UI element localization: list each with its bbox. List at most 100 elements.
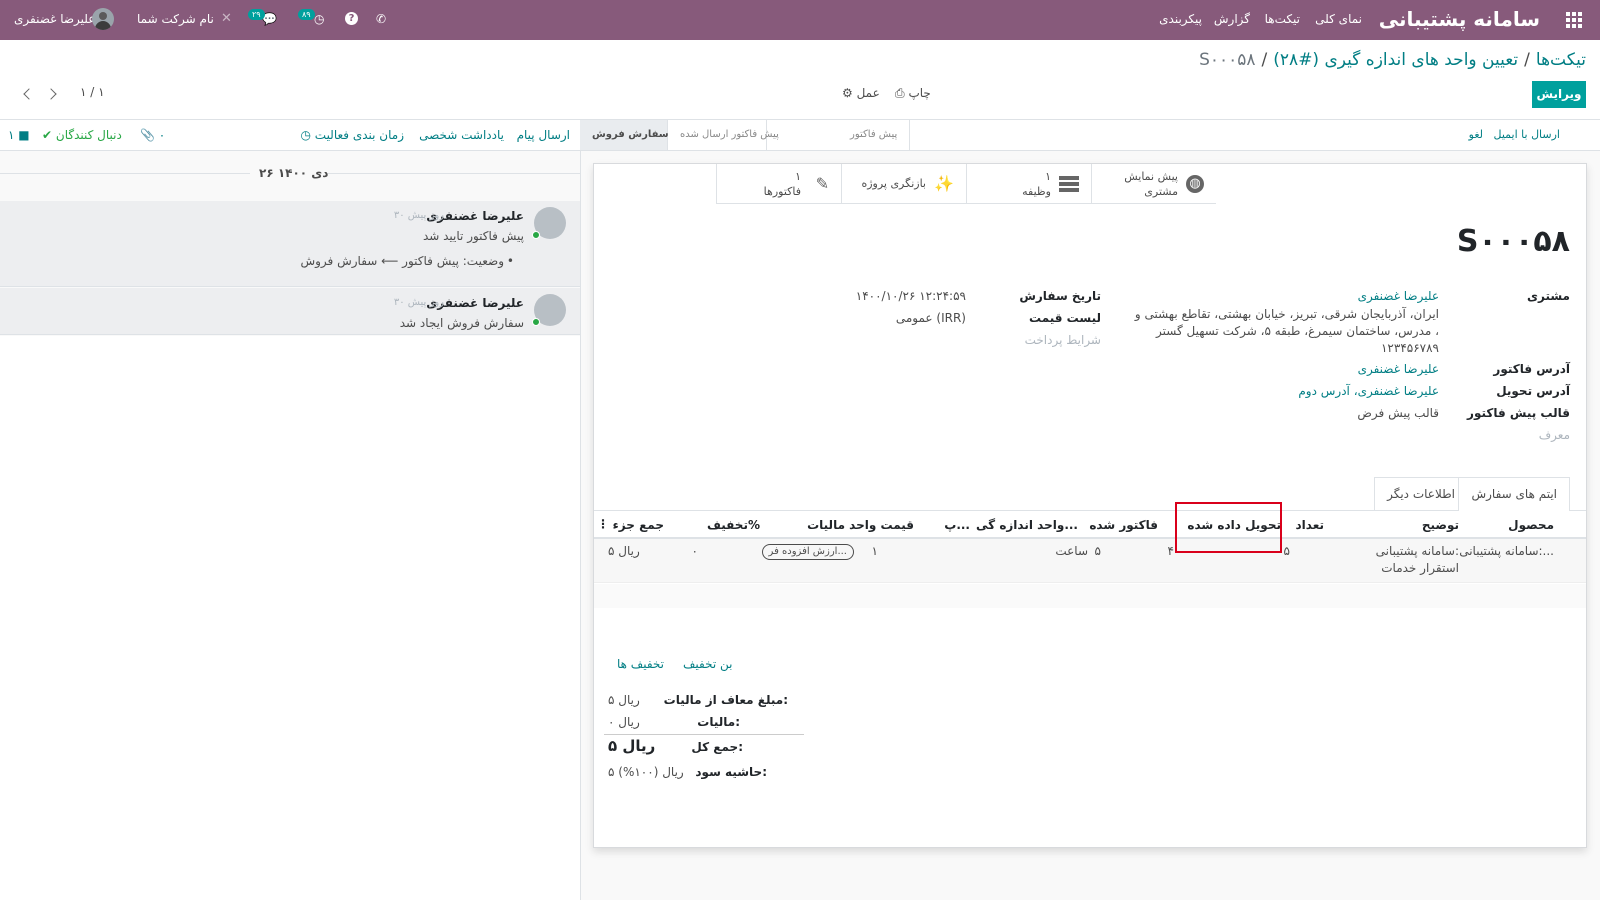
stage-quotation[interactable]: پیش فاکتور [838, 120, 911, 150]
project-overview-button[interactable]: ✨ بازنگری پروژه [841, 164, 966, 204]
delivery-address-field[interactable]: علیرضا غضنفری، آدرس دوم [1298, 384, 1439, 398]
date-divider-right [325, 173, 580, 174]
cell-unit-price[interactable]: ۱ [872, 544, 878, 558]
tax-value: ۰ ریال [608, 715, 640, 729]
log-note-button[interactable]: یادداشت شخصی [419, 128, 504, 142]
following-button[interactable]: ✔ دنبال کنندگان [42, 128, 122, 142]
apps-menu-icon[interactable] [1566, 12, 1582, 28]
cancel-button[interactable]: لغو [1469, 128, 1483, 141]
cell-subtotal: ۵ ریال [608, 544, 640, 558]
paperclip-icon: 📎 [140, 128, 155, 142]
cell-invoiced[interactable]: ۵ [1095, 544, 1101, 558]
col-discount[interactable]: تخفیف% [707, 518, 760, 532]
promotions-button[interactable]: تخفیف ها [617, 657, 664, 671]
col-product[interactable]: محصول [1508, 518, 1554, 532]
cell-discount[interactable]: ۰ [692, 544, 698, 558]
stage-sales-order: سفارش فروش [580, 120, 669, 150]
user-name[interactable]: علیرضا غضنفری [14, 12, 95, 26]
phone-icon[interactable]: ✆ [376, 12, 386, 26]
chatter-message: علیرضا غضنفری ۳۰ روز پیش سفارش فروش ایجا… [0, 288, 580, 335]
breadcrumb-current: S۰۰۰۵۸ [1199, 50, 1256, 70]
message-date: ۳۰ روز پیش [393, 210, 444, 221]
company-switcher[interactable]: نام شرکت شما [137, 12, 214, 26]
activities-badge: ۸۹ [298, 9, 315, 20]
coupon-button[interactable]: بن تخفیف [683, 657, 733, 671]
order-name: S۰۰۰۵۸ [1456, 224, 1570, 259]
print-button[interactable]: ⎙ چاپ [895, 86, 931, 101]
chatter-message: علیرضا غضنفری ۳۰ روز پیش پیش فاکتور تایی… [0, 201, 580, 287]
total-label: جمع کل: [691, 740, 743, 754]
pager-value[interactable]: ۱ / ۱ [80, 85, 105, 99]
schedule-activity-button[interactable]: ◷ زمان بندی فعالیت [300, 128, 404, 142]
followers-button[interactable]: ۱ ■ [8, 128, 30, 142]
cell-delivered[interactable]: ۴ [1168, 544, 1174, 558]
activity-clock-icon[interactable]: ◷ [314, 12, 324, 26]
referrer-label: معرف [1538, 428, 1570, 442]
invoices-button[interactable]: ✎ ۱ فاکتورها [716, 164, 841, 204]
totals-divider [604, 734, 804, 735]
app-title[interactable]: سامانه پشتیبانی [1379, 7, 1540, 31]
col-description[interactable]: توضیح [1422, 518, 1459, 532]
menu-reporting[interactable]: گزارش [1214, 12, 1250, 26]
customer-preview-button[interactable]: ◍ پیش نمایش مشتری [1091, 164, 1216, 204]
send-message-button[interactable]: ارسال پیام [517, 128, 570, 142]
delivery-address-label: آدرس تحویل [1496, 384, 1570, 398]
delivered-highlight-box [1175, 502, 1282, 553]
order-date-field[interactable]: ۱۴۰۰/۱۰/۲۶ ۱۲:۲۴:۵۹ [856, 289, 966, 303]
breadcrumb-ticket[interactable]: تعیین واحد های اندازه گیری (#۲۸) [1273, 50, 1518, 70]
action-button[interactable]: ⚙ عمل [842, 86, 880, 100]
menu-overview[interactable]: نمای کلی [1315, 12, 1362, 26]
tab-order-lines[interactable]: ایتم های سفارش [1458, 477, 1570, 511]
stage-quotation-sent[interactable]: پیش فاکتور ارسال شده [667, 120, 779, 150]
question-circle-icon[interactable]: ? [345, 12, 358, 25]
untaxed-label: مبلغ معاف از مالیات: [663, 693, 788, 707]
globe-icon: ◍ [1186, 175, 1204, 193]
menu-tickets[interactable]: تیکت‌ها [1265, 12, 1300, 26]
edit-button[interactable]: ویرایش [1532, 81, 1586, 108]
puzzle-icon: ✨ [934, 174, 954, 193]
order-date-label: تاریخ سفارش [1019, 289, 1101, 303]
cell-quantity[interactable]: ۵ [1284, 544, 1290, 558]
cell-uom[interactable]: ساعت [1055, 544, 1088, 558]
tax-tag[interactable]: ارزش افزوده فر... [761, 544, 854, 560]
pager-next-icon[interactable] [45, 88, 57, 100]
breadcrumb-tickets[interactable]: تیکت‌ها [1536, 50, 1586, 70]
form-chatter-divider [580, 120, 581, 900]
template-field[interactable]: قالب پیش فرض [1357, 406, 1439, 420]
col-packaging[interactable]: پ... [944, 518, 970, 532]
col-taxes[interactable]: مالیات [807, 518, 845, 532]
pricelist-field[interactable]: عمومی (IRR) [896, 311, 966, 325]
close-icon[interactable]: ✕ [221, 11, 232, 26]
empty-row[interactable] [594, 584, 1586, 608]
date-separator: ۲۶ دی ۱۴۰۰ [259, 166, 329, 180]
attachments-button[interactable]: 📎 ۰ [140, 128, 165, 142]
top-navbar: سامانه پشتیبانی نمای کلی تیکت‌ها گزارش پ… [0, 0, 1600, 40]
tasks-icon [1059, 176, 1079, 192]
col-invoiced[interactable]: فاکتور شده [1089, 518, 1158, 532]
message-date: ۳۰ روز پیش [393, 297, 444, 308]
user-avatar[interactable] [92, 8, 114, 30]
column-options-icon[interactable]: ⋮ [597, 517, 609, 531]
gear-icon: ⚙ [842, 86, 853, 100]
col-unit-price[interactable]: قیمت واحد [849, 518, 914, 532]
pager-previous-icon[interactable] [23, 88, 35, 100]
template-label: قالب پیش فاکتور [1467, 406, 1570, 420]
tasks-button[interactable]: ۱ وظیفه [966, 164, 1091, 204]
pricelist-label: لیست قیمت [1029, 311, 1101, 325]
send-email-button[interactable]: ارسال با ایمیل [1494, 128, 1560, 141]
customer-address-line1: ایران، آذربایجان شرقی، تبریز، خیابان بهش… [1134, 307, 1439, 321]
customer-address-line3: ۱۲۳۴۵۶۷۸۹ [1380, 341, 1439, 355]
chatter-topbar: ارسال پیام یادداشت شخصی ◷ زمان بندی فعال… [0, 120, 580, 151]
cell-product[interactable]: سامانه پشتیبانی:... [1459, 544, 1554, 558]
notebook-tabs: ایتم های سفارش اطلاعات دیگر [594, 477, 1586, 511]
cell-description-line1[interactable]: سامانه پشتیبانی: [1376, 544, 1459, 558]
customer-field[interactable]: علیرضا غضنفری [1358, 289, 1439, 303]
table-row[interactable]: سامانه پشتیبانی:... سامانه پشتیبانی: است… [594, 539, 1586, 583]
menu-configuration[interactable]: پیکربندی [1159, 12, 1202, 26]
col-subtotal[interactable]: جمع جزء [613, 518, 664, 532]
col-uom[interactable]: واحد اندازه گی... [976, 518, 1078, 532]
invoice-address-field[interactable]: علیرضا غضنفری [1358, 362, 1439, 376]
tab-other-info[interactable]: اطلاعات دیگر [1374, 477, 1467, 511]
order-lines-header: محصول توضیح تعداد تحویل داده شده فاکتور … [594, 511, 1586, 539]
col-quantity[interactable]: تعداد [1296, 518, 1324, 532]
